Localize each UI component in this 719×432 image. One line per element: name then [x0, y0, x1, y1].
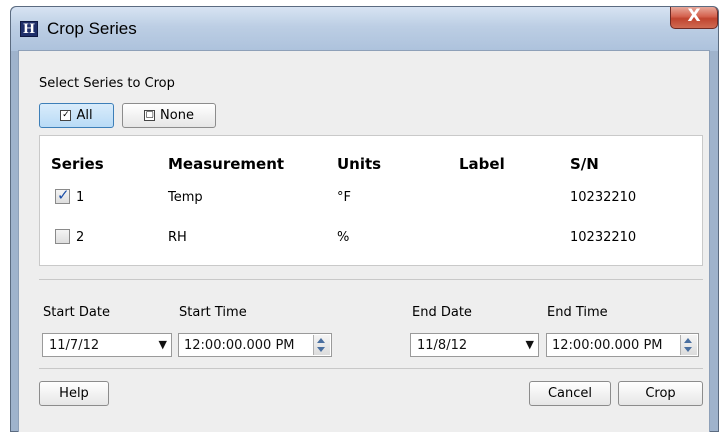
dropdown-arrow-icon: ▼ — [525, 338, 534, 351]
separator-top — [39, 279, 703, 280]
app-logo-icon: H — [20, 21, 38, 37]
separator-bottom — [39, 368, 703, 369]
end-time-spinner[interactable]: 12:00:00.000 PM — [546, 333, 699, 357]
end-date-label: End Date — [412, 305, 472, 320]
start-time-spinner[interactable]: 12:00:00.000 PM — [178, 333, 332, 357]
header-measurement: Measurement — [168, 155, 285, 173]
dropdown-arrow-icon: ▼ — [158, 338, 167, 351]
empty-checkbox-icon: ▢ — [144, 110, 156, 121]
select-none-label: None — [160, 108, 194, 123]
series-1-checkbox[interactable] — [55, 186, 70, 204]
series-1-number: 1 — [76, 190, 85, 205]
end-date-value: 11/8/12 — [417, 338, 468, 353]
start-date-select[interactable]: 11/7/12 ▼ — [42, 333, 172, 357]
start-date-value: 11/7/12 — [49, 338, 100, 353]
select-none-button[interactable]: ▢ None — [122, 103, 216, 128]
cancel-button[interactable]: Cancel — [529, 381, 611, 406]
header-series: Series — [51, 155, 104, 173]
select-all-label: All — [76, 108, 93, 123]
series-1-measurement: Temp — [168, 190, 203, 205]
crop-button[interactable]: Crop — [618, 381, 703, 406]
select-all-button[interactable]: ✓ All — [39, 103, 114, 128]
series-2-checkbox[interactable] — [55, 229, 70, 244]
window-title: Crop Series — [47, 19, 137, 38]
start-date-label: Start Date — [43, 305, 110, 320]
series-2-units: % — [337, 230, 350, 245]
series-1-sn: 10232210 — [570, 190, 637, 205]
header-sn: S/N — [570, 155, 599, 173]
spinner-arrows-icon[interactable] — [313, 335, 330, 355]
series-2-sn: 10232210 — [570, 230, 637, 245]
help-button[interactable]: Help — [39, 381, 109, 406]
close-icon: X — [687, 6, 701, 26]
checkbox-icon: ✓ — [60, 110, 72, 121]
spinner-arrows-icon[interactable] — [680, 335, 697, 355]
end-date-select[interactable]: 11/8/12 ▼ — [410, 333, 539, 357]
close-button[interactable]: X — [670, 6, 718, 29]
select-series-label: Select Series to Crop — [39, 76, 175, 91]
series-table: Series Measurement Units Label S/N 1 Tem… — [39, 135, 703, 266]
end-time-label: End Time — [547, 305, 608, 320]
start-time-label: Start Time — [179, 305, 247, 320]
series-2-number: 2 — [76, 230, 85, 245]
start-time-value: 12:00:00.000 PM — [184, 338, 295, 353]
series-1-units: °F — [337, 190, 351, 205]
title-bar[interactable]: H Crop Series X — [11, 6, 718, 51]
header-label: Label — [459, 155, 505, 173]
header-units: Units — [337, 155, 382, 173]
series-2-measurement: RH — [168, 230, 187, 245]
end-time-value: 12:00:00.000 PM — [552, 338, 663, 353]
